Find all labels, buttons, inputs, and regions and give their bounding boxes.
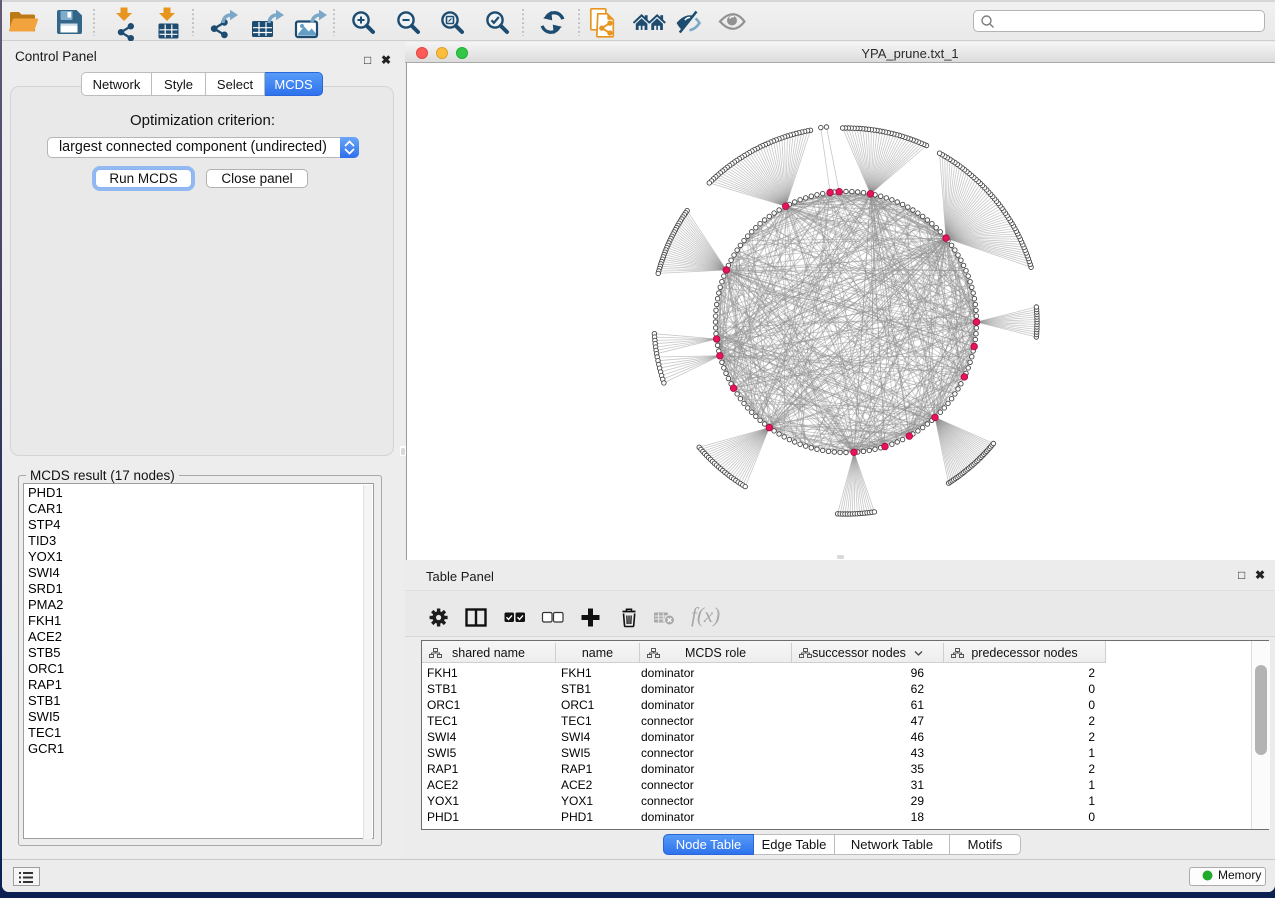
svg-text:f(x): f(x) [691, 603, 720, 627]
